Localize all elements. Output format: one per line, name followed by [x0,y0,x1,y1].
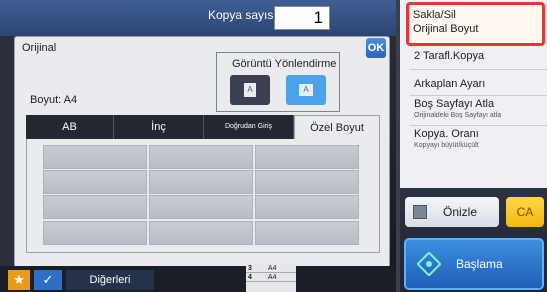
custom-size-slot[interactable] [255,145,359,169]
check-icon[interactable]: ✓ [34,270,62,290]
others-button[interactable]: Diğerleri [66,270,154,290]
job-number: 4 [248,274,252,281]
job-size: A4 [267,274,277,281]
orientation-title: Görüntü Yönlendirme [232,58,337,70]
custom-size-slot[interactable] [255,221,359,245]
original-size-label: Orijinal Boyut [413,23,479,35]
copy-ratio-sublabel: Kopyayı büyüt/küçült [414,142,479,149]
preview-button[interactable]: Önizle [405,197,499,227]
job-status-list[interactable]: 3 A4 4 A4 [246,264,296,292]
dialog-title: Orijinal [22,42,57,54]
preview-label: Önizle [443,205,478,219]
custom-size-slot[interactable] [149,145,253,169]
tab-inch[interactable]: İnç [114,115,204,139]
start-label: Başlama [456,257,503,271]
background-adjust-item[interactable]: Arkaplan Ayarı [410,70,547,96]
store-delete-original-size-item[interactable]: Sakla/Sil Orijinal Boyut [406,2,545,46]
clear-all-button[interactable]: CA [506,197,544,227]
size-label: Boyut: A4 [30,94,78,106]
custom-size-grid [26,139,380,253]
custom-size-slot[interactable] [43,221,147,245]
custom-size-slot[interactable] [43,145,147,169]
skip-blank-page-item[interactable]: Boş Sayfayı Atla Orijinaldeki Boş Sayfay… [410,96,547,126]
job-row: 3 A4 [246,264,296,273]
portrait-page-icon: A [244,83,256,97]
custom-size-slot[interactable] [149,221,253,245]
job-number: 3 [248,265,252,272]
tab-ab[interactable]: AB [26,115,114,139]
copy-count-input[interactable]: 1 [274,6,330,30]
copy-count-label: Kopya sayısı [208,8,277,22]
custom-size-slot[interactable] [255,195,359,219]
duplex-copy-item[interactable]: 2 Tarafl.Kopya [410,42,547,70]
orientation-landscape-button[interactable]: A [286,75,326,105]
skip-blank-page-label: Boş Sayfayı Atla [414,98,495,110]
preview-icon [413,205,427,219]
custom-size-slot[interactable] [149,170,253,194]
tab-direct-input[interactable]: Doğrudan Giriş [204,115,294,139]
job-row: 4 A4 [246,273,296,282]
custom-size-slot[interactable] [255,170,359,194]
start-icon [416,251,442,277]
skip-blank-page-sublabel: Orijinaldeki Boş Sayfayı atla [414,112,502,119]
custom-size-slot[interactable] [43,195,147,219]
favorite-star-icon[interactable]: ★ [8,270,30,290]
ok-button[interactable]: OK [366,38,386,58]
job-size: A4 [267,265,277,272]
store-delete-label: Sakla/Sil [413,9,456,21]
copy-count-bar [0,0,400,36]
copy-ratio-item[interactable]: Kopya. Oranı Kopyayı büyüt/küçült [410,126,547,156]
start-button[interactable]: Başlama [404,238,544,290]
landscape-page-icon: A [299,84,313,96]
custom-size-slot[interactable] [149,195,253,219]
copy-ratio-label: Kopya. Oranı [414,128,479,140]
copier-screen: Kopya sayısı 1 Orijinal OK Görüntü Yönle… [0,0,547,292]
custom-size-slot[interactable] [43,170,147,194]
orientation-portrait-button[interactable]: A [230,75,270,105]
tab-custom-size[interactable]: Özel Boyut [294,115,380,139]
size-tabs: AB İnç Doğrudan Giriş Özel Boyut [26,115,380,139]
